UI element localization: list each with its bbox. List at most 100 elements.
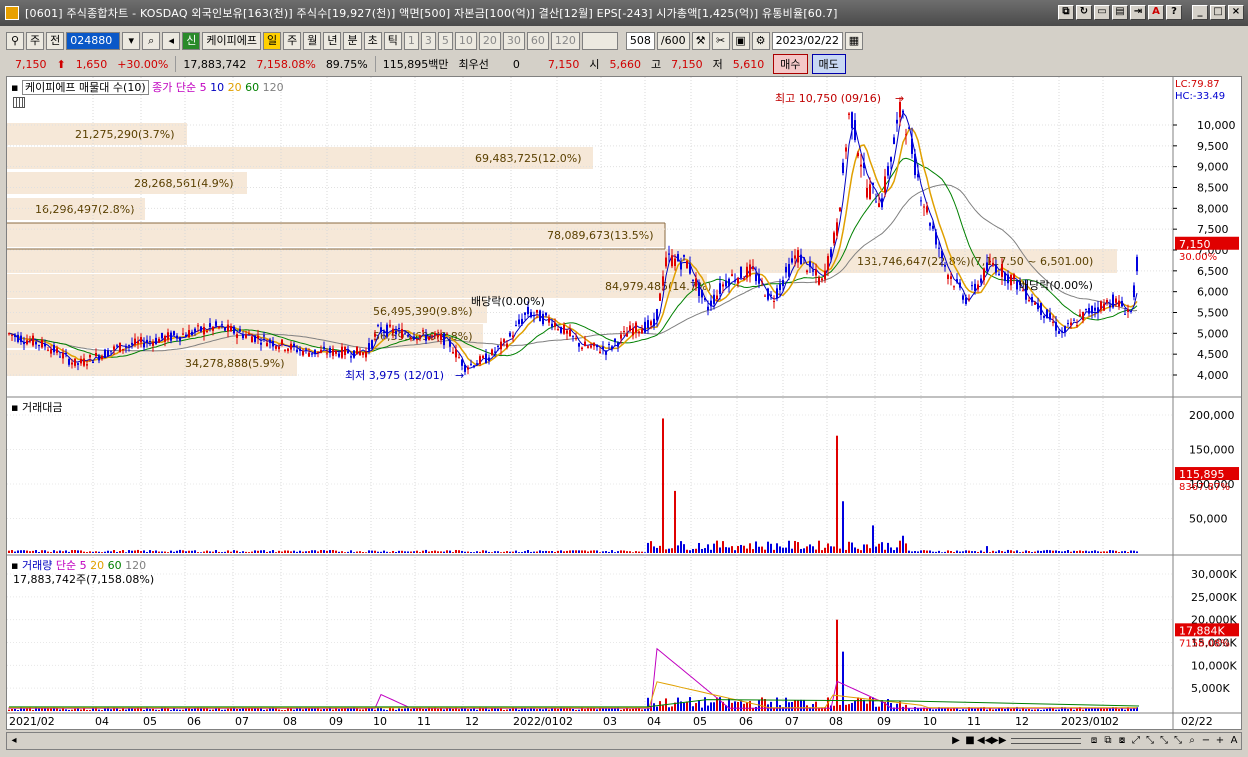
volume-bar <box>1058 709 1060 711</box>
layout-icon-2[interactable]: ⧉ <box>1101 734 1115 748</box>
rewind-icon[interactable]: ◀◀ <box>977 734 992 748</box>
dropdown-icon[interactable]: ▾ <box>122 32 141 50</box>
minute-10[interactable]: 10 <box>454 32 477 50</box>
period-day[interactable]: 일 <box>262 32 282 50</box>
cross-icon-3[interactable]: ⤡ <box>1171 734 1185 748</box>
stock-code-input[interactable]: 024880 <box>66 32 121 50</box>
gear-icon[interactable]: ⚙ <box>751 32 770 50</box>
minute-3[interactable]: 3 <box>420 32 436 50</box>
candle-body <box>932 225 934 229</box>
date-input[interactable]: 2023/02/22 <box>771 32 843 50</box>
sell-button[interactable]: 매도 <box>811 54 846 74</box>
close-button[interactable]: × <box>1228 5 1244 20</box>
candle-body <box>47 349 49 351</box>
candle-body <box>938 247 940 249</box>
amount-bar <box>992 550 994 553</box>
chart-scrollbar[interactable]: ◂ ▶ ■ ◀◀ ▶▶ ⧈ ⧉ ⧇ ⤢ ⤡ ⤡ ⤡ ⌕ − + A <box>6 732 1242 750</box>
link-icon[interactable]: ⧉ <box>1058 5 1074 20</box>
scissors-icon[interactable]: ✂ <box>711 32 730 50</box>
market-select[interactable]: 주 <box>26 32 45 50</box>
amount-bar <box>1082 551 1084 553</box>
chart-svg[interactable]: 21,275,290(3.7%) 69,483,725(12.0%) 28,268,… <box>7 77 1241 729</box>
period-month[interactable]: 월 <box>303 32 322 50</box>
minute-120[interactable]: 120 <box>550 32 580 50</box>
minute-5[interactable]: 5 <box>437 32 453 50</box>
zoom-in-icon[interactable]: + <box>1213 734 1227 748</box>
cross-icon-1[interactable]: ⤡ <box>1143 734 1157 748</box>
candle-body <box>926 206 928 213</box>
save-icon[interactable]: ▣ <box>731 32 750 50</box>
candle-body <box>917 174 919 178</box>
pin-icon[interactable]: ⚲ <box>6 32 24 50</box>
candle-body <box>551 323 553 327</box>
period-tick[interactable]: 틱 <box>383 32 402 50</box>
amount-bar <box>83 551 85 553</box>
window-titlebar: [0601] 주식종합차트 - KOSDAQ 외국인보유[163(천)] 주식수… <box>0 0 1248 26</box>
expand-icon[interactable]: ⤢ <box>1129 734 1143 748</box>
candle-body <box>227 324 229 332</box>
window-icon[interactable]: ▭ <box>1094 5 1110 20</box>
candle-body <box>1094 307 1096 311</box>
refresh-icon[interactable]: ↻ <box>1076 5 1092 20</box>
amount-bar <box>1031 551 1033 553</box>
amount-bar <box>641 551 643 553</box>
amount-bar <box>842 501 844 553</box>
zoom-slider[interactable] <box>1011 738 1081 744</box>
candle-body <box>215 321 217 326</box>
table-icon[interactable] <box>13 97 25 108</box>
candle-body <box>629 325 631 332</box>
volume-bar <box>920 708 922 711</box>
period-minute[interactable]: 분 <box>343 32 362 50</box>
amount-bar <box>602 551 604 553</box>
minute-1[interactable]: 1 <box>403 32 419 50</box>
maximize-button[interactable]: □ <box>1210 5 1226 20</box>
zoom-icon[interactable]: ⌕ <box>1185 734 1199 748</box>
speaker-icon[interactable]: ◂ <box>162 32 181 50</box>
count-input[interactable]: 508 <box>625 32 655 50</box>
minute-custom-select[interactable] <box>581 32 618 50</box>
volume-bar <box>179 709 181 711</box>
print-icon[interactable]: ▤ <box>1112 5 1128 20</box>
candle-body <box>557 329 559 331</box>
chart-area[interactable]: 21,275,290(3.7%) 69,483,725(12.0%) 28,268,… <box>6 76 1242 730</box>
minimize-button[interactable]: _ <box>1192 5 1208 20</box>
amount-bar <box>908 550 910 553</box>
prev-button[interactable]: 전 <box>46 32 65 50</box>
export-icon[interactable]: ⇥ <box>1130 5 1146 20</box>
candle-body <box>902 110 904 113</box>
font-icon[interactable]: A <box>1148 5 1164 20</box>
tool-icon[interactable]: ⚒ <box>691 32 710 50</box>
forward-icon[interactable]: ▶▶ <box>991 734 1006 748</box>
period-second[interactable]: 초 <box>363 32 382 50</box>
candle-body <box>206 331 208 333</box>
volume-bar <box>125 709 127 711</box>
price-panel-name[interactable]: 케이피에프 매물대 수(10) <box>21 80 149 95</box>
price-tick-label: 7,500 <box>1197 223 1229 236</box>
play-icon[interactable]: ▶ <box>949 734 963 748</box>
calendar-icon[interactable]: ▦ <box>844 32 863 50</box>
period-week[interactable]: 주 <box>283 32 302 50</box>
cross-icon-2[interactable]: ⤡ <box>1157 734 1171 748</box>
stop-icon[interactable]: ■ <box>963 734 977 748</box>
amount-panel-name[interactable]: 거래대금 <box>22 401 62 414</box>
scroll-left-icon[interactable]: ◂ <box>7 734 21 748</box>
candle-body <box>554 322 556 327</box>
layout-icon-3[interactable]: ⧇ <box>1115 734 1129 748</box>
minute-30[interactable]: 30 <box>502 32 525 50</box>
zoom-out-icon[interactable]: − <box>1199 734 1213 748</box>
minute-20[interactable]: 20 <box>478 32 501 50</box>
layout-icon-1[interactable]: ⧈ <box>1087 734 1101 748</box>
minute-60[interactable]: 60 <box>526 32 549 50</box>
help-icon[interactable]: ? <box>1166 5 1182 20</box>
candle-body <box>377 325 379 327</box>
scroll-track[interactable] <box>21 735 949 747</box>
amount-bar <box>449 550 451 553</box>
volume-bar <box>1106 708 1108 711</box>
buy-button[interactable]: 매수 <box>773 54 808 74</box>
amount-bar <box>560 550 562 553</box>
period-year[interactable]: 년 <box>323 32 342 50</box>
amount-bar <box>365 552 367 553</box>
candle-body <box>521 318 523 325</box>
font-size-icon[interactable]: A <box>1227 734 1241 748</box>
search-icon[interactable]: ⌕ <box>142 32 161 50</box>
